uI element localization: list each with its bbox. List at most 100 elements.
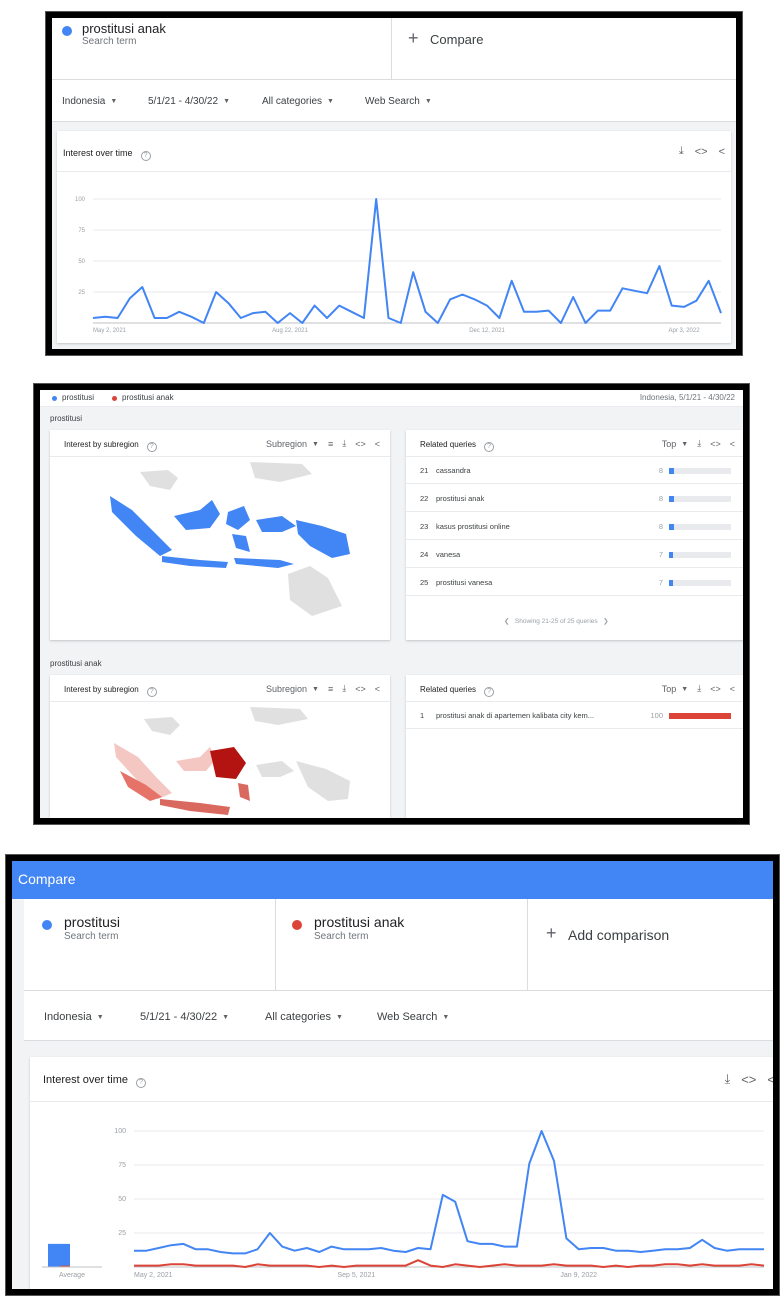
caret-down-icon: ▼ [681, 440, 689, 448]
share-icon[interactable]: < [719, 146, 725, 158]
query-text: prostitusi vanesa [436, 578, 493, 587]
compare-title: Compare [18, 871, 76, 887]
download-icon[interactable]: ⤓ [679, 145, 684, 158]
section-title-prostitusi: prostitusi [50, 414, 83, 423]
help-icon[interactable]: ? [484, 442, 495, 452]
section-title-prostitusi-anak: prostitusi anak [50, 659, 102, 668]
interest-over-time-card: Interest over time? ⤓ <> < 25 50 75 100 May … [30, 1057, 773, 1289]
download-icon[interactable]: ⤓ [697, 683, 701, 694]
subregion-dropdown[interactable]: Subregion ▼ [266, 439, 319, 449]
compare-button[interactable]: + Compare [392, 18, 736, 79]
search-type-dropdown[interactable]: Web Search ▼ [365, 96, 432, 107]
date-range-dropdown[interactable]: 5/1/21 - 4/30/22 ▼ [148, 96, 230, 107]
region-dropdown[interactable]: Indonesia ▼ [44, 1011, 104, 1023]
search-term-chip[interactable]: prostitusi anak Search term [52, 18, 392, 79]
share-icon[interactable]: < [730, 439, 735, 449]
share-icon[interactable]: < [375, 439, 380, 449]
list-item[interactable]: 21 cassandra 8 [406, 456, 743, 484]
card-title: Related queries? [420, 440, 495, 452]
interest-over-time-chart: 25 50 75 100 May 2, 2021 Aug 22, 2021 Dec 12, … [75, 197, 722, 334]
legend-bar: prostitusi prostitusi anak Indonesia, 5/… [40, 390, 743, 407]
help-icon[interactable]: ? [484, 687, 495, 697]
query-bar-fill [669, 580, 674, 586]
download-icon[interactable]: ⤓ [342, 683, 346, 694]
term-sub: Search term [314, 931, 369, 942]
embed-icon[interactable]: <> [741, 1072, 756, 1087]
y-tick-label: 50 [118, 1196, 126, 1203]
filter-row: Indonesia ▼ 5/1/21 - 4/30/22 ▼ All categor… [52, 80, 736, 122]
y-tick-label: 100 [114, 1128, 126, 1135]
card-tools: ⤓ <> < [679, 145, 725, 158]
region-dropdown[interactable]: Indonesia ▼ [62, 96, 117, 107]
download-icon[interactable]: ⤓ [697, 438, 701, 449]
related-queries-card: Related queries? Top ▼ ⤓ <> < 1 prostitusi… [406, 675, 743, 818]
query-bar-fill [669, 496, 674, 502]
help-icon[interactable]: ? [146, 442, 157, 452]
compare-label: Compare [430, 32, 484, 47]
embed-icon[interactable]: <> [710, 684, 721, 694]
x-tick-label: Dec 12, 2021 [469, 328, 505, 334]
help-icon[interactable]: ? [135, 1078, 146, 1088]
caret-down-icon: ▼ [223, 98, 230, 105]
term-color-dot [292, 920, 302, 930]
query-value: 8 [658, 522, 663, 531]
embed-icon[interactable]: <> [355, 684, 366, 694]
interest-by-subregion-card: Interest by subregion? Subregion ▼ ≡ ⤓ <>… [50, 675, 390, 818]
category-dropdown[interactable]: All categories ▼ [265, 1011, 343, 1023]
embed-icon[interactable]: <> [710, 439, 721, 449]
caret-down-icon: ▼ [424, 98, 432, 105]
embed-icon[interactable]: <> [695, 146, 708, 158]
list-view-icon[interactable]: ≡ [328, 684, 333, 694]
download-icon[interactable]: ⤓ [724, 1071, 730, 1087]
query-bar-track [669, 468, 731, 474]
y-tick-label: 75 [78, 228, 85, 234]
interest-by-subregion-card: Interest by subregion? Subregion ▼ ≡ ⤓ <>… [50, 430, 390, 640]
share-icon[interactable]: < [730, 684, 735, 694]
list-item[interactable]: 25 prostitusi vanesa 7 [406, 568, 743, 596]
list-item[interactable]: 22 prostitusi anak 8 [406, 484, 743, 512]
date-range-dropdown[interactable]: 5/1/21 - 4/30/22 ▼ [140, 1011, 229, 1023]
term-sub: Search term [82, 36, 137, 47]
x-tick-label: Sep 5, 2021 [337, 1272, 375, 1279]
help-icon[interactable]: ? [140, 151, 151, 161]
query-bar-fill [669, 552, 674, 558]
y-tick-label: 75 [118, 1162, 126, 1169]
prev-page-icon[interactable]: ❮ [504, 618, 509, 625]
search-term-chip-prostitusi[interactable]: prostitusi Search term [24, 899, 276, 990]
list-item[interactable]: 1 prostitusi anak di apartemen kalibata c… [406, 701, 743, 729]
search-type-dropdown[interactable]: Web Search ▼ [377, 1011, 449, 1023]
indonesia-map-prostitusi-anak [114, 707, 350, 815]
list-view-icon[interactable]: ≡ [328, 439, 333, 449]
query-rank: 22 [420, 494, 429, 503]
search-term-chip-prostitusi-anak[interactable]: prostitusi anak Search term [276, 899, 528, 990]
query-text: vanesa [436, 550, 461, 559]
y-tick-label: 25 [78, 290, 85, 296]
top-dropdown[interactable]: Top ▼ [662, 684, 688, 694]
query-value: 8 [658, 466, 663, 475]
x-tick-label: May 2, 2021 [134, 1272, 173, 1279]
list-item[interactable]: 23 kasus prostitusi online 8 [406, 512, 743, 540]
series-line-prostitusi [134, 1130, 764, 1255]
card-tools: Top ▼ ⤓ <> < [662, 438, 735, 449]
download-icon[interactable]: ⤓ [342, 438, 346, 449]
average-label: Average [59, 1272, 85, 1279]
share-icon[interactable]: < [375, 684, 380, 694]
add-comparison-label: Add comparison [568, 927, 670, 943]
category-dropdown[interactable]: All categories ▼ [262, 96, 334, 107]
embed-icon[interactable]: <> [355, 439, 366, 449]
card-title: Related queries? [420, 685, 495, 697]
add-comparison-button[interactable]: + Add comparison [528, 899, 773, 990]
top-dropdown[interactable]: Top ▼ [662, 439, 688, 449]
share-icon[interactable]: < [767, 1072, 773, 1087]
help-icon[interactable]: ? [146, 687, 157, 697]
caret-down-icon: ▼ [681, 685, 689, 693]
legend-label-prostitusi-anak: prostitusi anak [122, 393, 174, 402]
next-page-icon[interactable]: ❯ [603, 618, 608, 625]
interest-over-time-card: Interest over time? ⤓ <> < 25 50 75 100 May … [57, 131, 731, 343]
list-item[interactable]: 24 vanesa 7 [406, 540, 743, 568]
query-rank: 23 [420, 522, 429, 531]
average-bar-prostitusi [48, 1243, 70, 1267]
query-bar-fill [669, 524, 674, 530]
query-rank: 24 [420, 550, 429, 559]
subregion-dropdown[interactable]: Subregion ▼ [266, 684, 319, 694]
